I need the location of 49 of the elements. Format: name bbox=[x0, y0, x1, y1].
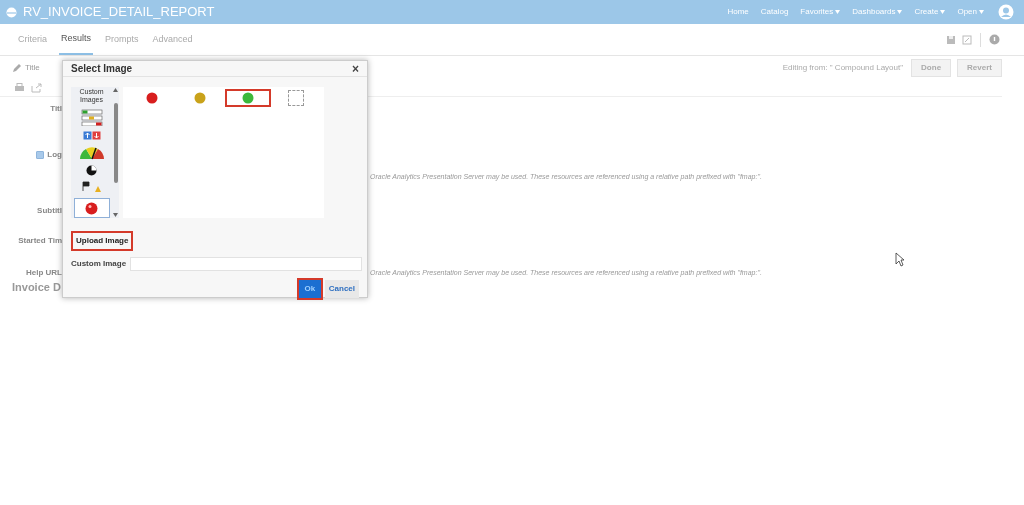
cancel-button[interactable]: Cancel bbox=[324, 280, 359, 298]
empty-image-placeholder bbox=[288, 90, 304, 106]
nav-link[interactable]: Create bbox=[914, 6, 946, 18]
checkbox[interactable] bbox=[36, 151, 45, 159]
ok-button[interactable]: Ok bbox=[296, 278, 323, 300]
nav-link[interactable]: Favorites bbox=[800, 6, 841, 18]
help-icon[interactable] bbox=[989, 34, 1000, 45]
tab[interactable]: Results bbox=[59, 31, 94, 55]
ball-icon bbox=[85, 201, 98, 215]
nav-link[interactable]: Catalog bbox=[760, 6, 789, 18]
field-label: Started Tim bbox=[18, 235, 62, 247]
toolbar-button[interactable]: Revert bbox=[957, 59, 1002, 77]
mouse-cursor-icon bbox=[895, 252, 905, 267]
save-icon[interactable] bbox=[946, 34, 956, 45]
pie-icon bbox=[86, 165, 97, 176]
custom-image-field[interactable] bbox=[130, 257, 363, 271]
tab[interactable]: Prompts bbox=[103, 32, 141, 55]
report-title: RV_INVOICE_DETAIL_REPORT bbox=[23, 3, 215, 22]
editing-from-text: Editing from: " Compound Layout" bbox=[782, 62, 904, 74]
dialog-title: Select Image bbox=[71, 62, 133, 76]
logo-icon bbox=[6, 6, 17, 18]
export-icon[interactable] bbox=[31, 82, 42, 93]
nav-link[interactable]: Home bbox=[727, 6, 749, 18]
status-bars-icon bbox=[80, 109, 103, 126]
title-label: Title bbox=[25, 62, 40, 74]
arrows-icon bbox=[82, 131, 101, 140]
close-button[interactable]: × bbox=[352, 62, 359, 75]
image-option[interactable] bbox=[225, 89, 271, 107]
scroll-down-icon[interactable] bbox=[113, 213, 118, 217]
field-label: Help URL bbox=[26, 267, 62, 279]
gauge-icon bbox=[78, 145, 105, 160]
tab[interactable]: Advanced bbox=[150, 32, 195, 55]
toolbar-button[interactable]: Done bbox=[911, 59, 952, 77]
print-icon[interactable] bbox=[14, 82, 25, 93]
tab[interactable]: Criteria bbox=[16, 32, 49, 55]
pencil-icon[interactable] bbox=[12, 63, 22, 73]
upload-image-button[interactable]: Upload Image bbox=[71, 231, 134, 251]
scrollbar[interactable] bbox=[112, 87, 119, 218]
field-label: Titl bbox=[50, 103, 62, 115]
section-title: Invoice D bbox=[12, 280, 61, 295]
field-label: Custom Image bbox=[71, 258, 127, 270]
nav-link[interactable]: Open bbox=[957, 6, 984, 18]
field-label: Subtitl bbox=[37, 205, 62, 217]
field-label: Log bbox=[47, 149, 62, 161]
nav-link[interactable]: Dashboards bbox=[852, 6, 903, 18]
scroll-up-icon[interactable] bbox=[113, 88, 118, 92]
flag-warning-icon bbox=[81, 181, 102, 193]
user-avatar-icon[interactable] bbox=[998, 4, 1014, 20]
save-as-icon[interactable] bbox=[962, 34, 972, 45]
